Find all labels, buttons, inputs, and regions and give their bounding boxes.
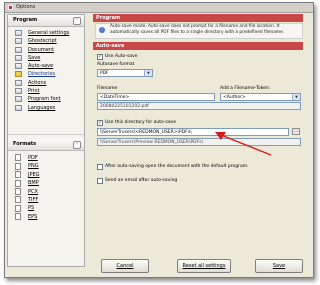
sidebar-item-label: PNG [28,163,39,170]
font-icon [15,96,22,103]
collapse-icon[interactable]: ˄ [73,140,81,149]
app-icon [8,5,13,10]
sidebar-item-label: Languages [28,104,56,111]
file-icon [15,179,21,187]
printer-icon [15,88,22,95]
save-button[interactable]: Save [255,259,303,273]
formats-section-title: Formats [13,140,37,147]
program-section-header[interactable]: Program ˄ [8,15,84,27]
sidebar-spacer [8,112,84,135]
languages-icon [15,104,22,111]
sidebar-item-actions[interactable]: Actions [8,79,84,87]
sidebar-item-label: Auto-save [28,63,54,70]
file-icon [15,188,21,196]
window-title: Options [16,4,36,10]
program-section-title: Program [13,17,38,23]
sidebar-item-ghostscript[interactable]: Ghostscript [8,37,84,45]
options-window: Options Program ˄ General settings Ghost… [4,2,314,278]
formats-section-header[interactable]: Formats ˄ [8,138,84,151]
sidebar-item-label: Print [28,88,40,95]
sidebar-item-general-settings[interactable]: General settings [8,29,84,37]
file-icon [15,171,21,179]
sidebar: Program ˄ General settings Ghostscript D… [7,14,85,267]
sidebar-item-pdf[interactable]: PDF [8,154,84,162]
sidebar-item-pcx[interactable]: PCX [8,188,84,196]
ghostscript-icon [15,38,22,45]
sidebar-item-bmp[interactable]: BMP [8,179,84,187]
sidebar-item-directories[interactable]: Directories [8,70,84,78]
sidebar-item-save[interactable]: Save [8,54,84,62]
sidebar-item-label: JPEG [28,171,40,178]
sidebar-item-label: PCX [28,188,38,195]
cancel-button[interactable]: Cancel [101,259,149,273]
sidebar-item-label: Save [28,54,41,61]
sidebar-item-eps[interactable]: EPS [8,213,84,221]
settings-panel: Program i Auto-save mode. Auto-save does… [93,14,303,246]
document-icon [15,46,22,53]
file-icon [15,154,21,162]
sidebar-item-label: Program font [28,96,61,103]
sidebar-item-ps[interactable]: PS [8,204,84,212]
sidebar-item-label: BMP [28,180,39,187]
sidebar-item-label: General settings [28,30,70,36]
sidebar-item-tiff[interactable]: TIFF [8,196,84,204]
sidebar-item-label: Actions [28,79,47,86]
sidebar-item-document[interactable]: Document [8,46,84,54]
sidebar-item-label: PDF [28,154,38,161]
sidebar-item-languages[interactable]: Languages [8,104,84,112]
settings-icon [15,30,22,36]
sidebar-item-label: Ghostscript [28,38,57,45]
sidebar-item-png[interactable]: PNG [8,162,84,170]
file-icon [15,162,21,170]
actions-icon [15,79,22,86]
sidebar-item-print[interactable]: Print [8,87,84,95]
folder-icon [15,71,22,78]
sidebar-item-auto-save[interactable]: Auto-save [8,62,84,70]
title-bar: Options [5,3,313,13]
auto-save-icon [15,63,22,70]
sidebar-item-label: TIFF [28,196,39,203]
file-icon [15,213,21,221]
sidebar-item-label: Document [28,46,54,53]
sidebar-item-program-font[interactable]: Program font [8,95,84,103]
collapse-icon[interactable]: ˄ [73,17,81,25]
sidebar-item-label: Directories [28,71,56,78]
save-icon [15,54,22,61]
file-icon [15,204,21,212]
file-icon [15,196,21,204]
sidebar-item-jpeg[interactable]: JPEG [8,171,84,179]
sidebar-item-label: EPS [28,213,38,220]
annotation-arrow-icon [215,132,272,156]
reset-button[interactable]: Reset all settings [177,259,231,273]
sidebar-item-label: PS [28,205,35,212]
